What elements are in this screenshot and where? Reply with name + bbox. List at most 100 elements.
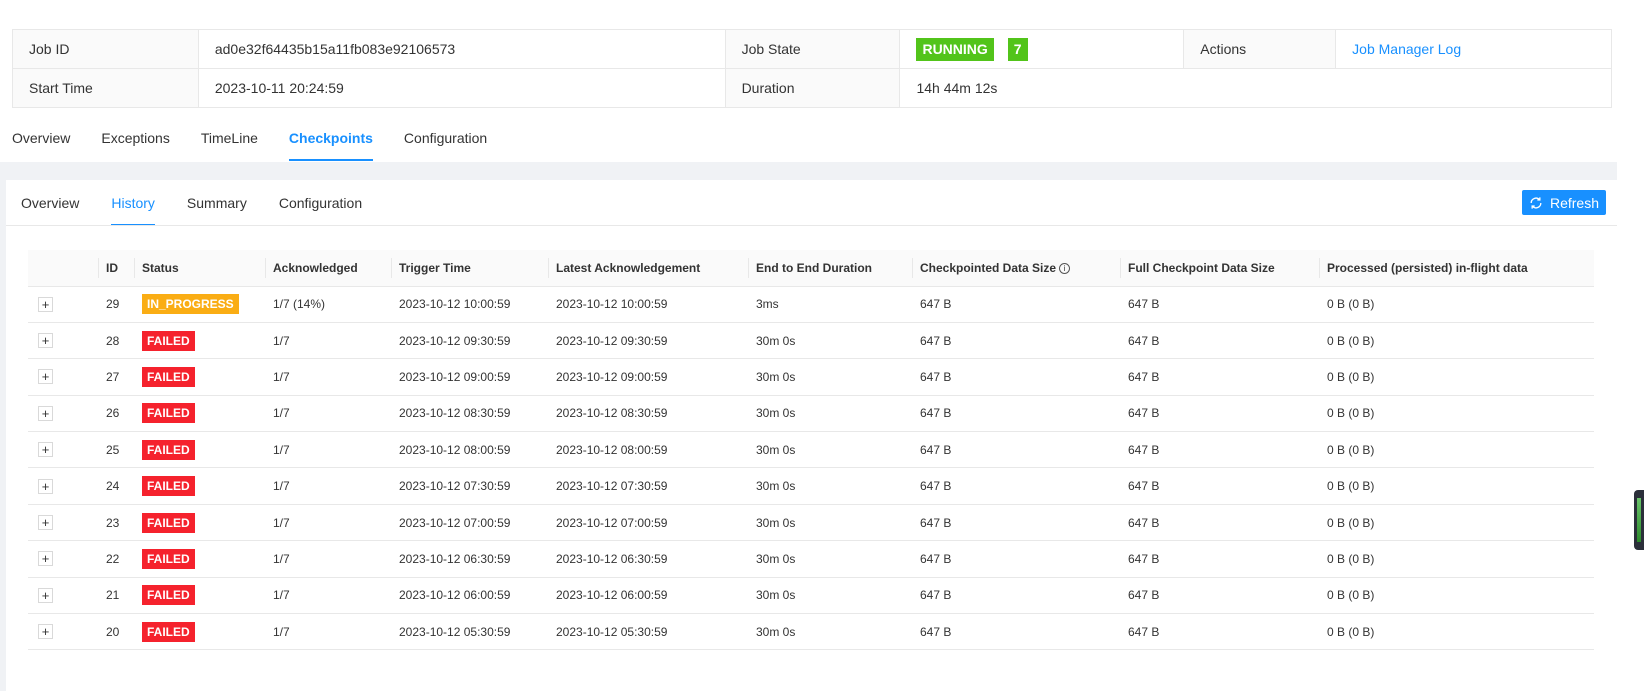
job-state-label: Job State [724,29,901,69]
cell-id: 22 [98,540,134,578]
table-row: +25 FAILED 1/7 2023-10-12 08:00:59 2023-10-1… [28,431,1594,469]
cell-acknowledged: 1/7 [265,540,391,578]
plus-icon[interactable]: + [38,624,53,640]
plus-icon[interactable]: + [38,296,53,312]
status-badge: FAILED [142,403,195,424]
cell-e2e-duration: 30m 0s [748,431,912,469]
info-icon[interactable]: i [1059,263,1071,275]
cell-status: FAILED [134,358,265,396]
table-row: +20 FAILED 1/7 2023-10-12 05:30:59 2023-10-1… [28,613,1594,651]
plus-icon[interactable]: + [38,369,53,385]
tab-timeline[interactable]: TimeLine [201,118,258,163]
cell-acknowledged: 1/7 [265,395,391,433]
status-badge: FAILED [142,585,195,606]
cell-id: 26 [98,395,134,433]
cell-full-size: 647 B [1120,358,1319,396]
cell-trigger-time: 2023-10-12 08:30:59 [391,395,548,433]
cell-acknowledged: 1/7 [265,358,391,396]
col-full-size: Full Checkpoint Data Size [1120,250,1319,287]
cell-full-size: 647 B [1120,395,1319,433]
plus-icon[interactable]: + [38,587,53,603]
col-checkpointed-size-label: Checkpointed Data Size [920,260,1057,275]
cell-status: FAILED [134,322,265,360]
plus-icon[interactable]: + [38,442,53,458]
cell-full-size: 647 B [1120,286,1319,323]
actions-label: Actions [1183,29,1337,69]
cell-full-size: 647 B [1120,467,1319,505]
cell-processed-inflight: 0 B (0 B) [1319,613,1594,651]
cell-processed-inflight: 0 B (0 B) [1319,540,1594,578]
job-manager-log-link[interactable]: Job Manager Log [1352,41,1461,57]
cell-latest-ack: 2023-10-12 07:00:59 [548,504,748,542]
cell-e2e-duration: 30m 0s [748,577,912,615]
subtab-configuration[interactable]: Configuration [279,181,362,226]
cell-status: FAILED [134,395,265,433]
status-badge: FAILED [142,512,195,533]
cell-id: 20 [98,613,134,651]
subtab-summary[interactable]: Summary [187,181,247,226]
tab-exceptions[interactable]: Exceptions [101,118,169,163]
status-badge: IN_PROGRESS [142,294,239,315]
plus-icon[interactable]: + [38,478,53,494]
start-time-value: 2023-10-11 20:24:59 [197,68,726,108]
cell-full-size: 647 B [1120,540,1319,578]
table-row: +23 FAILED 1/7 2023-10-12 07:00:59 2023-10-1… [28,504,1594,542]
history-header-row: ID Status Acknowledged Trigger Time Late… [28,250,1594,287]
cell-status: FAILED [134,540,265,578]
checkpoint-history-table: ID Status Acknowledged Trigger Time Late… [28,250,1594,651]
col-e2e-duration: End to End Duration [748,250,912,287]
cell-expand: + [28,358,98,396]
col-acknowledged: Acknowledged [265,250,391,287]
actions-cell: Job Manager Log [1335,29,1612,69]
cell-checkpointed-size: 647 B [912,431,1120,469]
cell-full-size: 647 B [1120,577,1319,615]
subtab-overview[interactable]: Overview [21,181,79,226]
status-badge: FAILED [142,366,195,387]
job-id-label: Job ID [12,29,199,69]
table-row: +29 IN_PROGRESS 1/7 (14%) 2023-10-12 10:00:… [28,286,1594,323]
plus-icon[interactable]: + [38,405,53,421]
cell-expand: + [28,613,98,651]
plus-icon[interactable]: + [38,515,53,531]
side-widget-bars [1637,498,1641,542]
cell-id: 23 [98,504,134,542]
checkpoint-sub-tabs: Overview History Summary Configuration [21,181,394,226]
status-badge: FAILED [142,548,195,569]
plus-icon[interactable]: + [38,333,53,349]
job-state-badge: RUNNING [916,37,994,61]
tab-configuration[interactable]: Configuration [404,118,487,163]
tab-checkpoints[interactable]: Checkpoints [288,118,373,163]
cell-processed-inflight: 0 B (0 B) [1319,504,1594,542]
cell-checkpointed-size: 647 B [912,577,1120,615]
tab-overview[interactable]: Overview [12,118,70,163]
cell-processed-inflight: 0 B (0 B) [1319,577,1594,615]
cell-expand: + [28,286,98,323]
cell-id: 25 [98,431,134,469]
cell-e2e-duration: 30m 0s [748,540,912,578]
refresh-button[interactable]: Refresh [1522,190,1606,215]
cell-processed-inflight: 0 B (0 B) [1319,395,1594,433]
cell-id: 27 [98,358,134,396]
cell-expand: + [28,322,98,360]
cell-acknowledged: 1/7 [265,577,391,615]
plus-icon[interactable]: + [38,551,53,567]
cell-trigger-time: 2023-10-12 10:00:59 [391,286,548,323]
col-latest-ack: Latest Acknowledgement [548,250,748,287]
cell-latest-ack: 2023-10-12 09:00:59 [548,358,748,396]
refresh-icon [1530,196,1542,209]
side-widget[interactable] [1634,490,1644,550]
cell-full-size: 647 B [1120,322,1319,360]
status-badge: FAILED [142,476,195,497]
cell-e2e-duration: 30m 0s [748,358,912,396]
cell-checkpointed-size: 647 B [912,322,1120,360]
cell-trigger-time: 2023-10-12 06:00:59 [391,577,548,615]
cell-status: FAILED [134,431,265,469]
subtab-history[interactable]: History [111,181,155,226]
cell-latest-ack: 2023-10-12 05:30:59 [548,613,748,651]
table-row: +21 FAILED 1/7 2023-10-12 06:00:59 2023-10-1… [28,577,1594,615]
cell-e2e-duration: 30m 0s [748,322,912,360]
col-checkpointed-size: Checkpointed Data Size i [912,250,1120,287]
cell-checkpointed-size: 647 B [912,467,1120,505]
cell-processed-inflight: 0 B (0 B) [1319,322,1594,360]
cell-acknowledged: 1/7 (14%) [265,286,391,323]
